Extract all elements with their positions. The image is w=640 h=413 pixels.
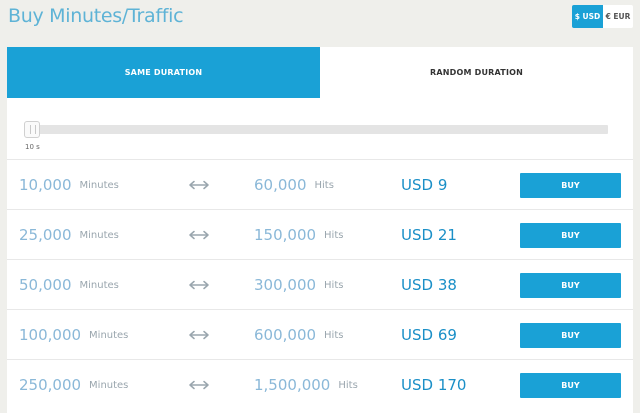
hits-unit: Hits (324, 329, 344, 341)
currency-eur-button[interactable]: € EUR (603, 5, 633, 28)
tab-random-duration[interactable]: RANDOM DURATION (320, 47, 633, 98)
price-cell: USD 9 (401, 160, 447, 210)
buy-cell: BUY (520, 310, 621, 360)
price-cell: USD 170 (401, 360, 466, 410)
price-cell: USD 21 (401, 210, 457, 260)
buy-cell: BUY (520, 160, 621, 210)
minutes-unit: Minutes (79, 279, 119, 291)
price-list: 10,000 Minutes 60,000 Hits USD 9 BUY 25,… (7, 160, 633, 410)
hits-value: 60,000 (254, 176, 307, 194)
hits-cell: 60,000 Hits (254, 160, 334, 210)
minutes-cell: 50,000 Minutes (19, 260, 119, 310)
double-arrow-icon (189, 230, 209, 240)
price-row: 100,000 Minutes 600,000 Hits USD 69 BUY (7, 310, 633, 360)
currency-usd-button[interactable]: $ USD (572, 5, 603, 28)
currency-switch: $ USD € EUR (572, 5, 633, 28)
minutes-cell: 100,000 Minutes (19, 310, 128, 360)
exchange-arrow-cell (189, 260, 209, 310)
price-row: 10,000 Minutes 60,000 Hits USD 9 BUY (7, 160, 633, 210)
buy-cell: BUY (520, 360, 621, 410)
hits-cell: 600,000 Hits (254, 310, 343, 360)
duration-tabs: SAME DURATION RANDOM DURATION (7, 47, 633, 98)
exchange-arrow-cell (189, 210, 209, 260)
price-cell: USD 38 (401, 260, 457, 310)
hits-cell: 1,500,000 Hits (254, 360, 358, 410)
minutes-value: 100,000 (19, 326, 82, 344)
price-row: 25,000 Minutes 150,000 Hits USD 21 BUY (7, 210, 633, 260)
slider-handle[interactable] (24, 121, 40, 138)
minutes-unit: Minutes (79, 179, 119, 191)
duration-slider: 10 s (7, 98, 633, 160)
hits-value: 150,000 (254, 226, 317, 244)
hits-unit: Hits (324, 229, 344, 241)
exchange-arrow-cell (189, 160, 209, 210)
page-title: Buy Minutes/Traffic (8, 5, 184, 27)
price-value: USD 170 (401, 376, 467, 394)
minutes-cell: 10,000 Minutes (19, 160, 119, 210)
pricing-panel: SAME DURATION RANDOM DURATION 10 s 10,00… (7, 47, 633, 413)
buy-button[interactable]: BUY (520, 322, 621, 348)
hits-unit: Hits (314, 179, 334, 191)
double-arrow-icon (189, 330, 209, 340)
buy-button[interactable]: BUY (520, 222, 621, 248)
price-value: USD 9 (401, 176, 448, 194)
price-value: USD 69 (401, 326, 457, 344)
hits-value: 600,000 (254, 326, 317, 344)
buy-button[interactable]: BUY (520, 272, 621, 298)
minutes-cell: 250,000 Minutes (19, 360, 128, 410)
minutes-value: 50,000 (19, 276, 72, 294)
buy-button[interactable]: BUY (520, 372, 621, 398)
price-row: 50,000 Minutes 300,000 Hits USD 38 BUY (7, 260, 633, 310)
hits-cell: 300,000 Hits (254, 260, 343, 310)
minutes-value: 250,000 (19, 376, 82, 394)
hits-value: 1,500,000 (254, 376, 331, 394)
double-arrow-icon (189, 180, 209, 190)
price-value: USD 38 (401, 276, 457, 294)
minutes-unit: Minutes (89, 379, 129, 391)
double-arrow-icon (189, 280, 209, 290)
price-cell: USD 69 (401, 310, 457, 360)
hits-unit: Hits (324, 279, 344, 291)
minutes-unit: Minutes (89, 329, 129, 341)
hits-value: 300,000 (254, 276, 317, 294)
double-arrow-icon (189, 380, 209, 390)
exchange-arrow-cell (189, 360, 209, 410)
minutes-unit: Minutes (79, 229, 119, 241)
buy-button[interactable]: BUY (520, 172, 621, 198)
minutes-cell: 25,000 Minutes (19, 210, 119, 260)
hits-unit: Hits (338, 379, 358, 391)
tab-same-duration[interactable]: SAME DURATION (7, 47, 320, 98)
buy-cell: BUY (520, 210, 621, 260)
hits-cell: 150,000 Hits (254, 210, 343, 260)
price-row: 250,000 Minutes 1,500,000 Hits USD 170 B… (7, 360, 633, 410)
exchange-arrow-cell (189, 310, 209, 360)
buy-cell: BUY (520, 260, 621, 310)
slider-value-label: 10 s (25, 143, 40, 151)
minutes-value: 10,000 (19, 176, 72, 194)
price-value: USD 21 (401, 226, 457, 244)
minutes-value: 25,000 (19, 226, 72, 244)
slider-track[interactable] (24, 125, 608, 134)
